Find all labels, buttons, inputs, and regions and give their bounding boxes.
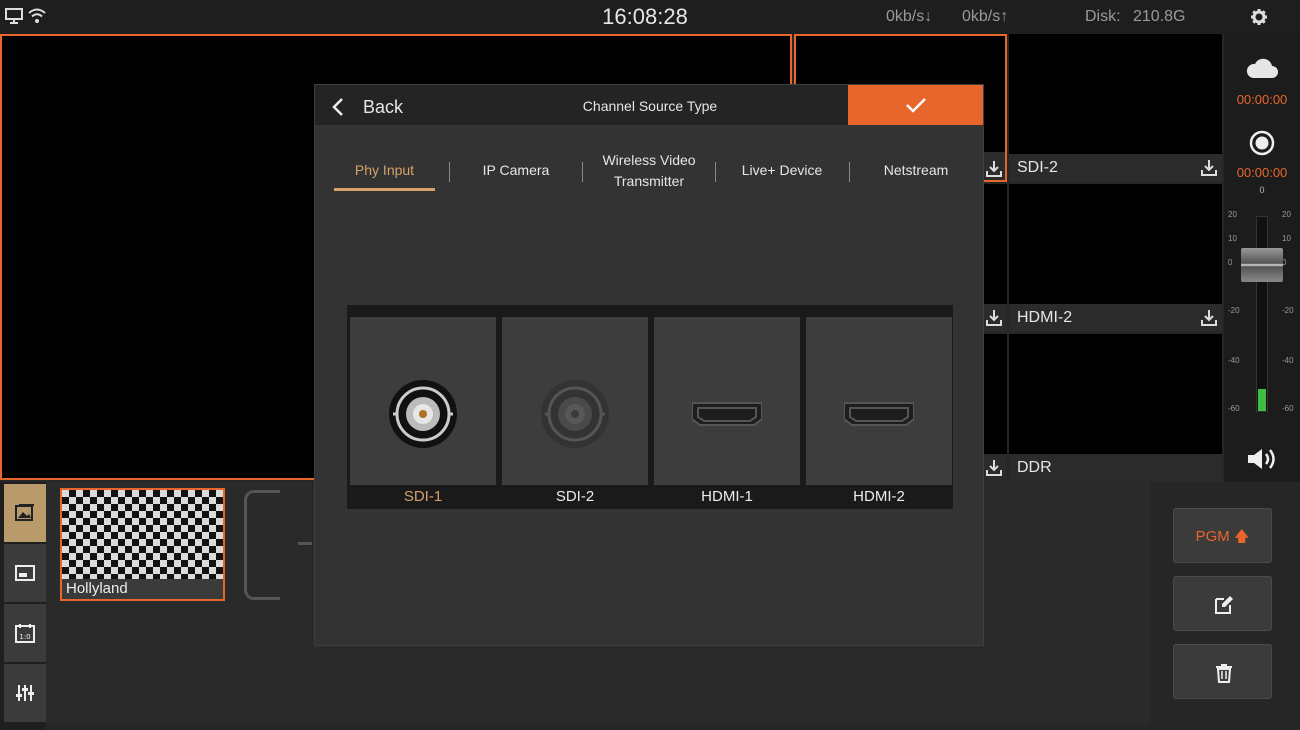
transparent-image-preview — [62, 490, 223, 579]
action-buttons: PGM 🡅 — [1150, 482, 1300, 730]
active-tab-indicator — [334, 188, 435, 191]
source-label-hdmi-2: HDMI-2 — [853, 488, 905, 505]
peak-value: 0 — [1259, 185, 1265, 195]
upload-rate: 0kb/s↑ — [962, 8, 1009, 25]
back-button[interactable]: Back — [325, 85, 445, 125]
arrow-up-icon: 🡅 — [1233, 528, 1250, 545]
import-icon[interactable] — [984, 159, 1004, 179]
image-icon — [15, 504, 34, 521]
source-label-hdmi-1: HDMI-1 — [701, 488, 753, 505]
source-monitor-sdi-2[interactable]: SDI-2 — [1009, 34, 1222, 182]
import-icon[interactable] — [1199, 158, 1219, 178]
tab-netstream[interactable]: Netstream — [860, 147, 972, 193]
monitor-icon — [5, 8, 23, 24]
tab-wireless-video-transmitter[interactable]: Wireless Video Transmitter — [593, 148, 705, 194]
tab-separator — [449, 162, 450, 182]
nav-timer[interactable]: 1:0 — [4, 604, 46, 662]
wifi-icon — [28, 8, 46, 23]
audio-panel: 00:00:00 00:00:00 0 20 10 0 -20 -40 -60 … — [1224, 34, 1300, 482]
trash-icon — [1216, 664, 1232, 683]
chevron-left-icon — [332, 98, 343, 116]
svg-text:1:0: 1:0 — [19, 633, 30, 641]
record-icon[interactable] — [1249, 130, 1275, 156]
hdmi-port-icon — [692, 402, 762, 426]
confirm-button[interactable] — [848, 85, 983, 125]
tab-separator — [849, 162, 850, 182]
tab-separator — [715, 162, 716, 182]
bnc-connector-icon — [541, 380, 609, 448]
status-bar: 16:08:28 0kb/s↓ 0kb/s↑ Disk: 210.8G — [0, 0, 1300, 34]
source-monitor-hdmi-2[interactable]: HDMI-2 — [1009, 184, 1222, 332]
bracket-dash — [298, 542, 312, 545]
source-label-sdi-1: SDI-1 — [403, 488, 443, 505]
monitor-label: HDMI-2 — [1017, 309, 1073, 326]
import-icon[interactable] — [984, 458, 1004, 478]
bnc-connector-icon — [389, 380, 457, 448]
channel-source-dialog: Back Channel Source Type Phy Input IP Ca… — [314, 84, 984, 646]
tab-phy-input[interactable]: Phy Input — [334, 147, 435, 193]
edit-icon — [1215, 596, 1233, 614]
source-card-hdmi-2[interactable] — [806, 317, 952, 485]
calendar-timer-icon: 1:0 — [15, 624, 35, 643]
source-monitor-ddr[interactable]: DDR — [1009, 334, 1222, 482]
monitor-label: DDR — [1017, 459, 1052, 476]
import-icon[interactable] — [984, 308, 1004, 328]
source-card-hdmi-1[interactable] — [654, 317, 800, 485]
import-icon[interactable] — [1199, 308, 1219, 328]
dialog-title: Channel Source Type — [582, 98, 718, 114]
mixer-sliders-icon — [16, 685, 34, 701]
tab-ip-camera[interactable]: IP Camera — [460, 147, 572, 193]
pgm-label: PGM — [1195, 528, 1230, 545]
edit-button[interactable] — [1173, 576, 1272, 631]
monitor-label: SDI-2 — [1017, 159, 1058, 176]
stream-timer: 00:00:00 — [1236, 92, 1288, 107]
settings-gear-icon[interactable] — [1250, 8, 1268, 26]
dialog-header: Back Channel Source Type — [315, 85, 983, 125]
tab-live-plus-device[interactable]: Live+ Device — [726, 147, 838, 193]
source-card-sdi-1[interactable] — [350, 317, 496, 485]
nav-mixer[interactable] — [4, 664, 46, 722]
volume-fader-knob[interactable] — [1241, 248, 1283, 282]
tab-separator — [582, 162, 583, 182]
clock: 16:08:28 — [602, 4, 688, 29]
picture-in-picture-icon — [15, 565, 35, 581]
download-rate: 0kb/s↓ — [886, 8, 933, 25]
media-thumbnail[interactable]: Hollyland — [60, 488, 225, 601]
source-card-sdi-2[interactable] — [502, 317, 648, 485]
add-media-bracket[interactable] — [244, 490, 280, 600]
back-label: Back — [363, 97, 404, 117]
thumbnail-label: Hollyland — [62, 579, 223, 599]
audio-level-meter — [1256, 216, 1268, 412]
pgm-button[interactable]: PGM 🡅 — [1173, 508, 1272, 563]
side-nav: 1:0 — [0, 482, 46, 730]
nav-pip[interactable] — [4, 544, 46, 602]
source-label-sdi-2: SDI-2 — [555, 488, 595, 505]
record-timer: 00:00:00 — [1236, 165, 1288, 180]
hdmi-port-icon — [844, 402, 914, 426]
source-list: SDI-1 SDI-2 HDMI-1 HDMI-2 — [347, 305, 953, 509]
disk-label: Disk: — [1085, 8, 1121, 25]
speaker-volume-icon[interactable] — [1246, 447, 1278, 471]
checkmark-icon — [906, 98, 926, 113]
disk-value: 210.8G — [1133, 8, 1186, 25]
delete-button[interactable] — [1173, 644, 1272, 699]
cloud-stream-icon[interactable] — [1245, 58, 1279, 80]
nav-images[interactable] — [4, 484, 46, 542]
